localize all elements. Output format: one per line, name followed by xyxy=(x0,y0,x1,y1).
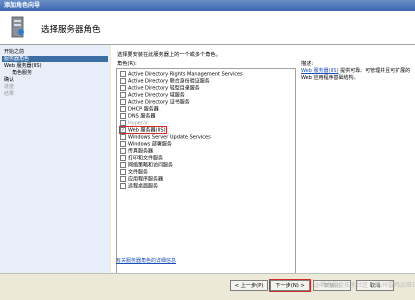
watermark: @稀土掘金技术社区 @杭州雷鸣运维日记 xyxy=(314,282,415,289)
role-item[interactable]: Windows Server Update Services xyxy=(120,133,211,141)
page-title: 选择服务器角色 xyxy=(41,25,101,35)
nav-item-role-services[interactable]: 角色服务 xyxy=(12,70,32,76)
checkbox[interactable] xyxy=(120,154,126,161)
checkbox[interactable] xyxy=(120,105,126,112)
role-item[interactable]: Windows 部署服务 xyxy=(120,140,172,148)
nav-item-progress: 进度 xyxy=(4,84,15,90)
role-item[interactable]: Active Directory Rights Management Servi… xyxy=(120,70,243,78)
roles-label: 角色(R): xyxy=(117,61,137,67)
checkbox[interactable] xyxy=(120,140,126,147)
main-panel: 选择要安装在此服务器上的一个或多个角色。 角色(R): Active Direc… xyxy=(111,45,415,277)
role-description-link[interactable]: Web 服务器(IIS) xyxy=(301,68,339,74)
role-item[interactable]: DHCP 服务器 xyxy=(120,105,159,113)
checkbox[interactable] xyxy=(120,91,126,98)
checkbox[interactable] xyxy=(120,182,126,189)
checkbox[interactable] xyxy=(120,133,126,140)
checkbox xyxy=(120,119,126,126)
role-item[interactable]: 网络策略和访问服务 xyxy=(120,161,173,169)
checkbox[interactable] xyxy=(120,161,126,168)
nav-item-web-server[interactable]: Web 服务器(IIS) xyxy=(4,63,42,69)
role-item[interactable]: DNS 服务器 xyxy=(120,112,155,120)
wizard-nav: 开始之前 服务器角色 Web 服务器(IIS) 角色服务 确认 进度 结果 xyxy=(0,45,110,273)
checkbox[interactable] xyxy=(120,175,126,182)
role-item[interactable]: 文件服务 xyxy=(120,168,148,176)
checkbox[interactable] xyxy=(120,77,126,84)
previous-button[interactable]: < 上一步(P) xyxy=(230,280,268,291)
more-info-link[interactable]: 有关服务器角色的详细信息 xyxy=(116,257,176,264)
checkbox[interactable] xyxy=(120,147,126,154)
role-item[interactable]: Active Directory 联合身份验证服务 xyxy=(120,77,210,85)
checkbox[interactable] xyxy=(120,112,126,119)
role-item-web-server[interactable]: ✓ Web 服务器(IIS) xyxy=(119,126,167,134)
checkbox[interactable] xyxy=(120,84,126,91)
checkbox[interactable] xyxy=(120,168,126,175)
role-item[interactable]: Active Directory 域服务 xyxy=(120,91,185,99)
role-item: Hyper-V xyxy=(120,119,148,127)
role-item[interactable]: 传真服务器 xyxy=(120,147,153,155)
nav-item-server-roles[interactable]: 服务器角色 xyxy=(2,56,108,62)
nav-item-confirmation[interactable]: 确认 xyxy=(4,77,14,83)
role-item[interactable]: Active Directory 证书服务 xyxy=(120,98,190,106)
role-item[interactable]: 远程桌面服务 xyxy=(120,182,158,190)
next-button[interactable]: 下一步(N) > xyxy=(269,279,311,292)
nav-item-before-you-begin[interactable]: 开始之前 xyxy=(4,49,24,55)
role-description: Web 服务器(IIS) 提供可靠、可管理并且可扩展的 Web 应用程序基础结构… xyxy=(301,68,411,81)
role-item[interactable]: 打印和文件服务 xyxy=(120,154,163,162)
server-wizard-icon xyxy=(11,16,24,38)
wizard-header: 选择服务器角色 xyxy=(0,11,415,45)
checkbox[interactable] xyxy=(120,98,126,105)
role-item[interactable]: Active Directory 轻型目录服务 xyxy=(120,84,200,92)
checkbox[interactable] xyxy=(120,70,126,77)
roles-list[interactable]: Active Directory Rights Management Servi… xyxy=(116,68,296,277)
description-label: 描述: xyxy=(301,61,314,67)
window-title: 添加角色向导 xyxy=(0,0,415,11)
checkbox-checked[interactable]: ✓ xyxy=(120,126,126,133)
role-item[interactable]: 应用程序服务器 xyxy=(120,175,163,183)
nav-item-results: 结果 xyxy=(4,91,15,97)
instruction-text: 选择要安装在此服务器上的一个或多个角色。 xyxy=(117,52,221,58)
